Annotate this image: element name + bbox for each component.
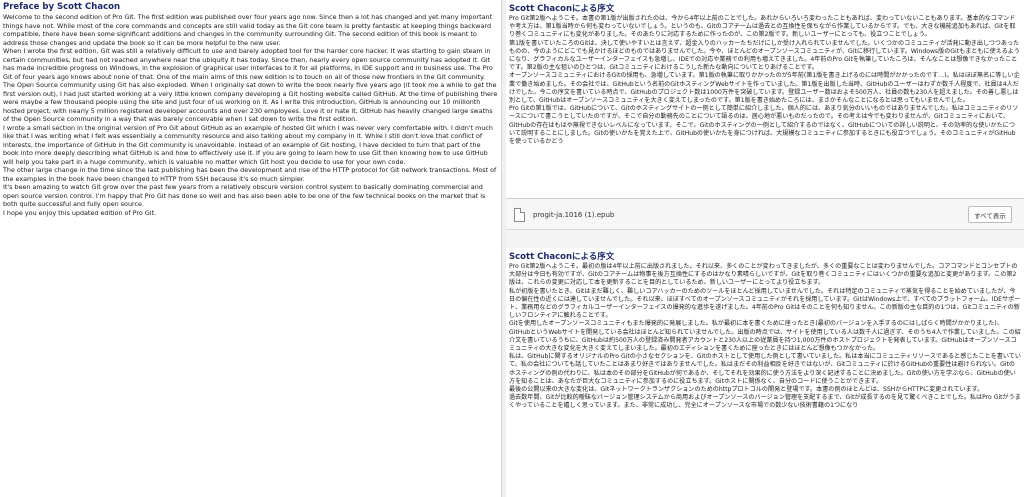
preface-heading-ja: Scott Chaconによる序文 bbox=[509, 252, 615, 262]
download-item[interactable]: progit-ja.1016 (1).epub bbox=[514, 205, 714, 225]
preface-paragraph: 私が初版を書いたとき、Gitはまだ難しく、難しいコアハッカーのためのツールをほと… bbox=[509, 287, 1021, 320]
preface-paragraph: Pro Git第2版へようこそ。本書の第1版が出版されたのは、今から4年以上前の… bbox=[509, 15, 1016, 39]
preface-paragraph: The Open Source community using Git has … bbox=[3, 81, 498, 123]
preface-paragraph: The other large change in the time since… bbox=[3, 166, 497, 183]
preface-paragraph: Gitを使用したオープンソースコミュニティもまた爆発的に発展しました。私が最初に… bbox=[509, 320, 1021, 353]
file-icon bbox=[514, 208, 525, 222]
download-file-name: progit-ja.1016 (1).epub bbox=[533, 211, 615, 219]
preface-paragraph: 第1版を書いていたころのGitは、決して使いやすいとは言えず、超金入りのハッカー… bbox=[509, 39, 1020, 72]
show-all-button[interactable]: すべて表示 bbox=[968, 206, 1012, 223]
preface-paragraph: 過去数年間、Gitが比較的曖昧なバージョン管理システムから商用およびオープンソー… bbox=[509, 394, 1021, 410]
preface-paragraph: Pro Gitの第1版では、GitHubについて、Gitのホスティングサイトの一… bbox=[509, 105, 1019, 146]
preface-body-ja: Pro Git第2版へようこそ。最初の版は4年以上前に出版されました。それ以来、… bbox=[506, 263, 1024, 411]
preface-body: Welcome to the second edition of Pro Git… bbox=[0, 13, 501, 217]
preface-paragraph: オープンソースコミュニティにおけるGitの採用も、急増しています。第1版の執筆に… bbox=[509, 72, 1020, 105]
preface-heading: Preface by Scott Chacon bbox=[3, 2, 121, 12]
preface-paragraph: I wrote a small section in the original … bbox=[3, 123, 493, 166]
preface-paragraph: 私は、GitHubに関するオリジナルのPro Gitの小さなセクションを、Git… bbox=[509, 353, 1021, 385]
preface-paragraph: It's been amazing to watch Git grow over… bbox=[3, 183, 486, 208]
preface-body-ja: Pro Git第2版へようこそ。本書の第1版が出版されたのは、今から4年以上前の… bbox=[506, 15, 1024, 146]
preface-paragraph: Welcome to the second edition of Pro Git… bbox=[3, 13, 493, 47]
preface-heading-ja: Scott Chaconによる序文 bbox=[509, 4, 615, 14]
download-bar: progit-ja.1016 (1).epub すべて表示 bbox=[506, 198, 1024, 229]
preface-paragraph: I hope you enjoy this updated edition of… bbox=[3, 208, 157, 217]
english-preface-pane[interactable]: Preface by Scott Chacon Welcome to the s… bbox=[0, 0, 502, 497]
pane-divider-horizontal[interactable] bbox=[506, 230, 1024, 248]
machine-translated-preface-pane[interactable]: Scott Chaconによる序文 Pro Git第2版へようこそ。最初の版は4… bbox=[506, 248, 1024, 497]
official-japanese-preface-pane[interactable]: Scott Chaconによる序文 Pro Git第2版へようこそ。本書の第1版… bbox=[506, 0, 1024, 230]
preface-paragraph: When I wrote the first edition, Git was … bbox=[3, 47, 493, 81]
preface-paragraph: Pro Git第2版へようこそ。最初の版は4年以上前に出版されました。それ以来、… bbox=[509, 263, 1018, 287]
